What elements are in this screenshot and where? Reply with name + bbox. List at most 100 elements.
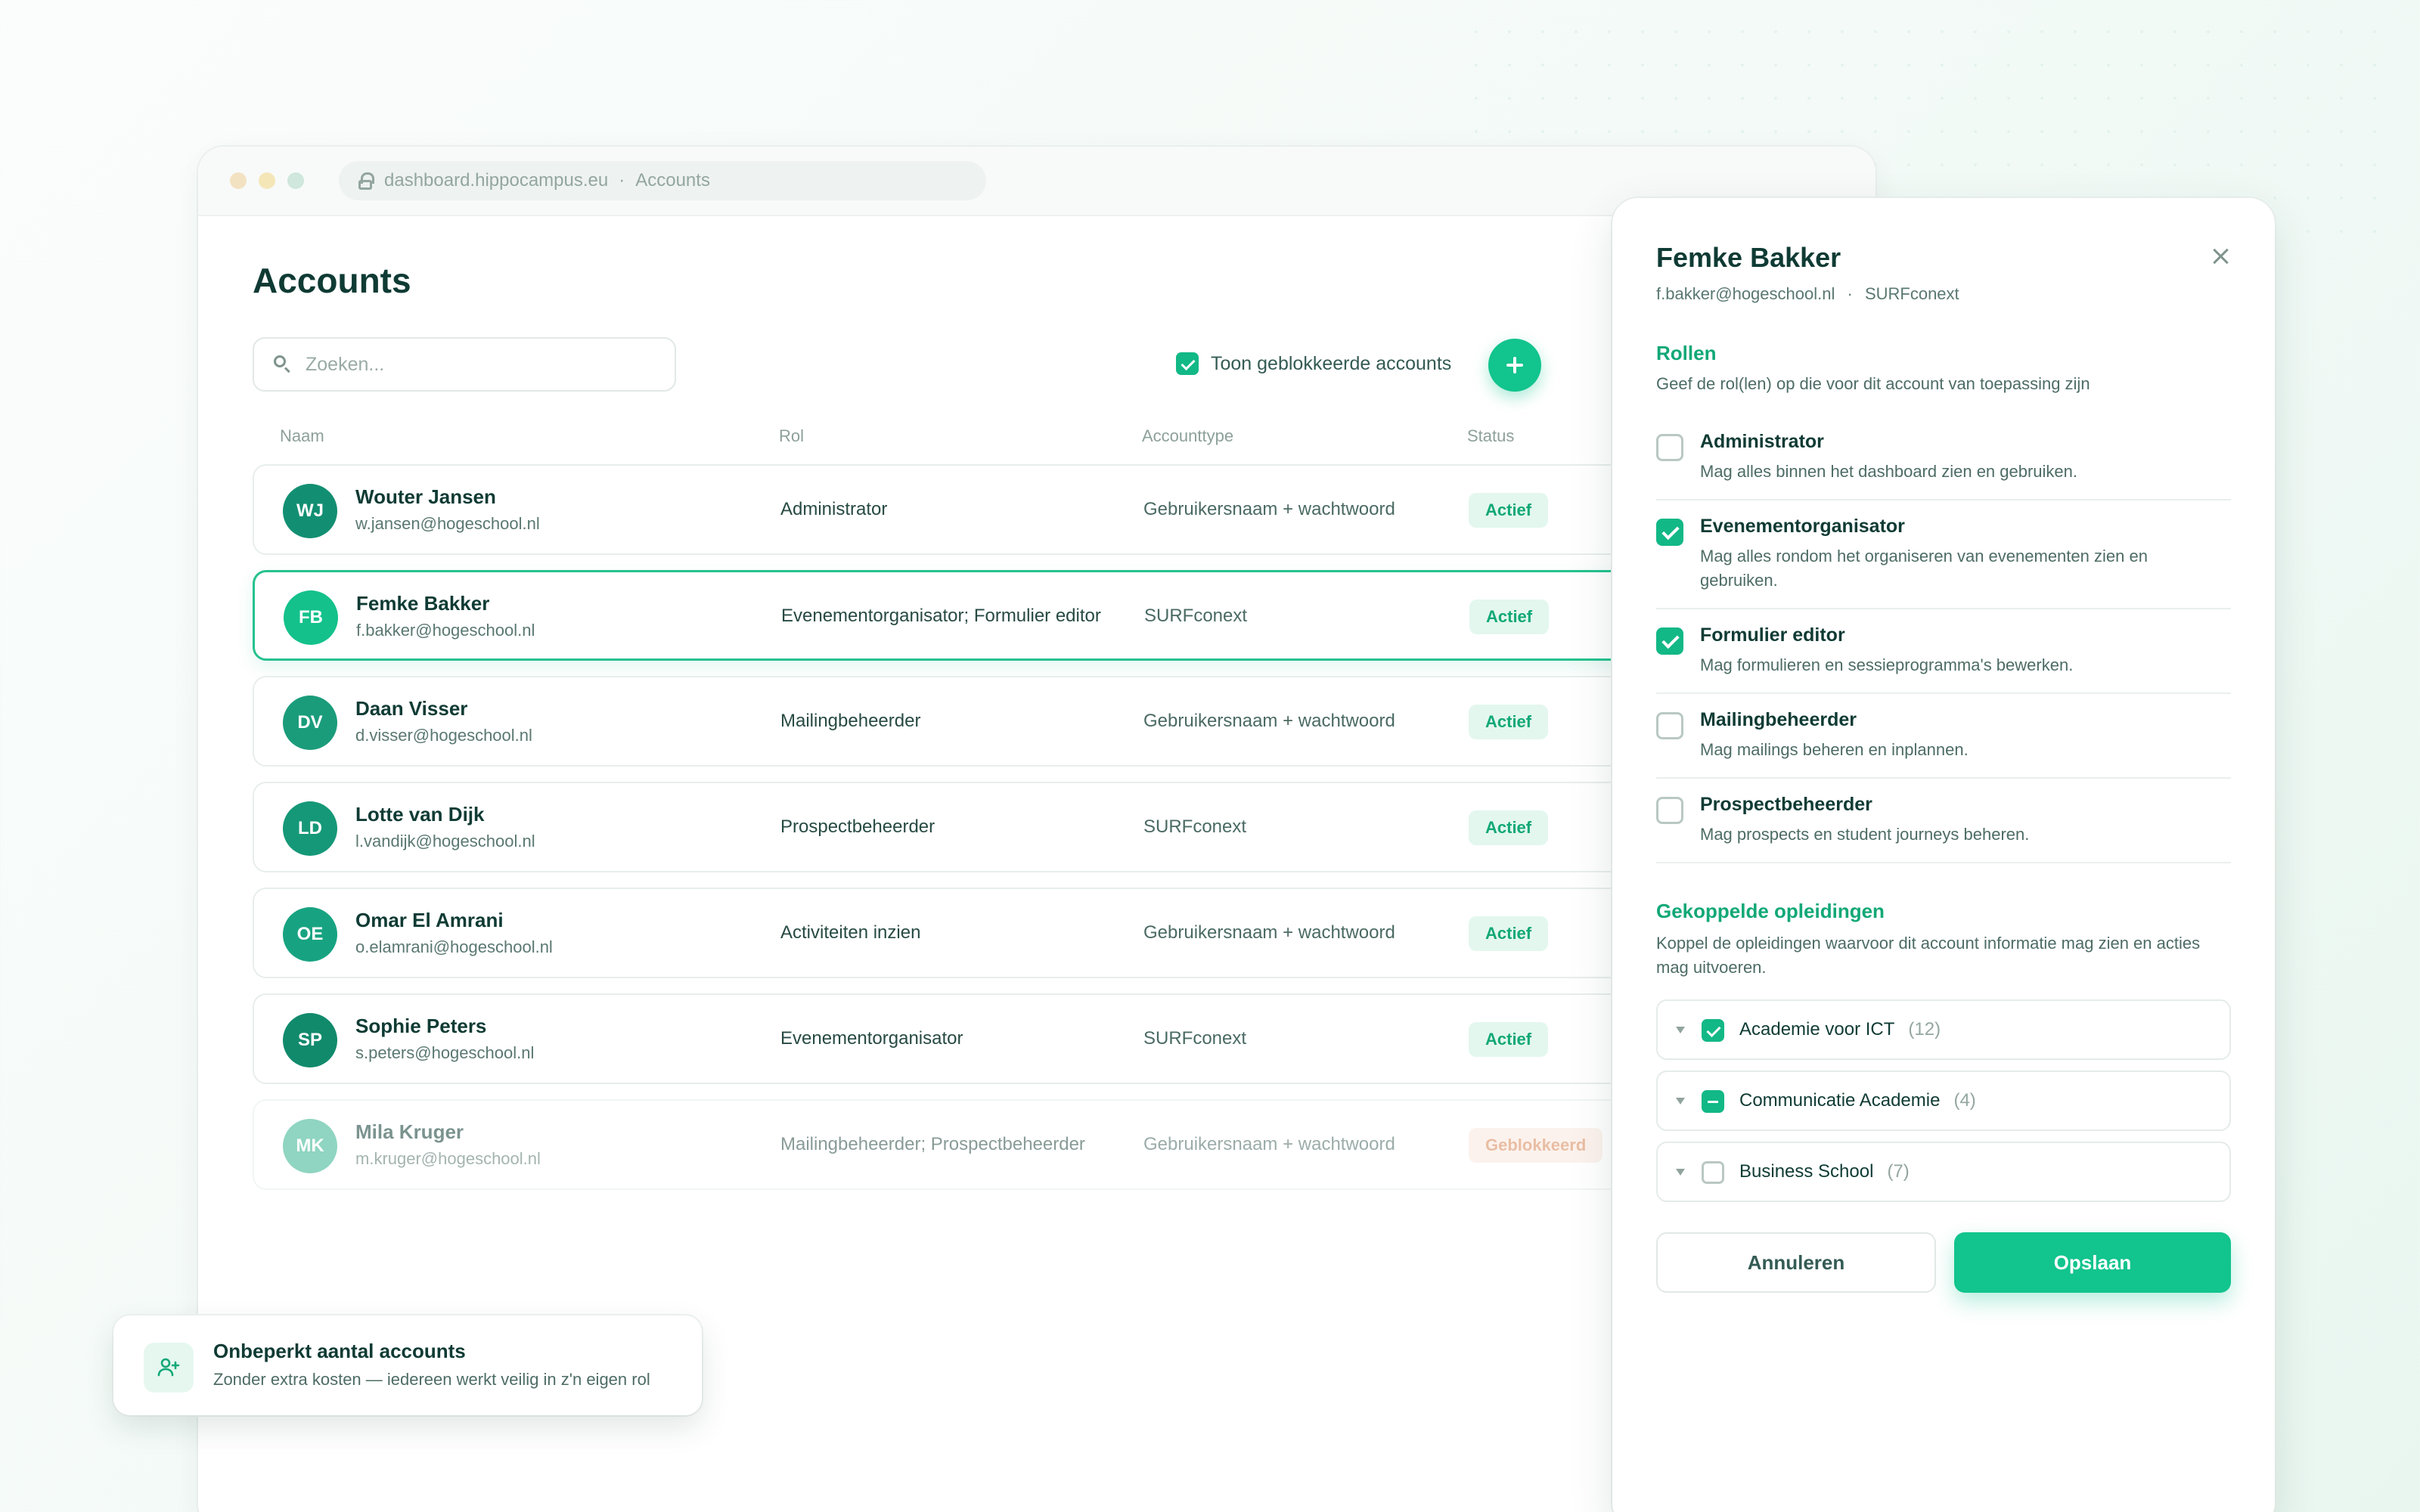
program-item[interactable]: Business School (7) — [1656, 1142, 2231, 1202]
address-url: dashboard.hippocampus.eu — [384, 170, 609, 191]
promo-toast: Onbeperkt aantal accounts Zonder extra k… — [113, 1315, 702, 1415]
cancel-button[interactable]: Annuleren — [1656, 1232, 1936, 1293]
account-email: f.bakker@hogeschool.nl — [356, 621, 535, 640]
account-email: m.kruger@hogeschool.nl — [355, 1149, 541, 1168]
program-label: Business School (7) — [1739, 1161, 1910, 1182]
account-name: Omar El Amrani — [355, 909, 504, 931]
window-minimize-dot[interactable] — [259, 172, 275, 189]
column-header-name[interactable]: Naam — [280, 426, 324, 446]
role-description: Mag formulieren en sessieprogramma's bew… — [1700, 655, 2074, 674]
role-checkbox[interactable] — [1656, 797, 1683, 824]
role-description: Mag alles rondom het organiseren van eve… — [1700, 547, 2148, 590]
role-option-administrator[interactable]: Administrator Mag alles binnen het dashb… — [1656, 431, 2231, 500]
account-type: Gebruikersnaam + wachtwoord — [1143, 499, 1395, 519]
roles-title: Rollen — [1656, 342, 1717, 364]
address-bar[interactable]: dashboard.hippocampus.eu · Accounts — [339, 161, 986, 200]
role-option-mailingbeheerder[interactable]: Mailingbeheerder Mag mailings beheren en… — [1656, 709, 2231, 779]
status-badge: Geblokkeerd — [1469, 1128, 1603, 1163]
account-name: Femke Bakker — [356, 592, 490, 615]
avatar: OE — [283, 907, 337, 962]
programs-title: Gekoppelde opleidingen — [1656, 900, 1885, 922]
add-account-button[interactable] — [1488, 339, 1541, 392]
role-description: Mag prospects en student journeys behere… — [1700, 825, 2030, 844]
panel-email: f.bakker@hogeschool.nl — [1656, 284, 1835, 303]
account-type: Gebruikersnaam + wachtwoord — [1143, 1134, 1395, 1154]
account-name: Lotte van Dijk — [355, 803, 485, 826]
program-item[interactable]: Academie voor ICT (12) — [1656, 999, 2231, 1060]
role-checkbox[interactable] — [1656, 434, 1683, 461]
window-maximize-dot[interactable] — [287, 172, 304, 189]
chevron-down-icon[interactable] — [1676, 1169, 1685, 1176]
account-email: l.vandijk@hogeschool.nl — [355, 832, 535, 850]
account-role: Prospectbeheerder — [780, 816, 935, 837]
status-badge: Actief — [1469, 493, 1549, 528]
program-checkbox[interactable] — [1702, 1090, 1724, 1113]
column-header-account-type[interactable]: Accounttype — [1142, 426, 1233, 446]
account-name: Daan Visser — [355, 697, 468, 720]
program-count: (7) — [1887, 1161, 1910, 1182]
program-item[interactable]: Communicatie Academie (4) — [1656, 1070, 2231, 1131]
program-count: (12) — [1908, 1019, 1941, 1040]
panel-title: Femke Bakker — [1656, 242, 1841, 273]
role-name: Mailingbeheerder — [1700, 709, 1857, 730]
role-checkbox[interactable] — [1656, 519, 1683, 546]
user-plus-icon — [144, 1343, 194, 1393]
account-name: Mila Kruger — [355, 1120, 464, 1143]
program-name: Business School — [1739, 1161, 1874, 1182]
show-blocked-checkbox[interactable] — [1176, 352, 1199, 375]
role-name: Prospectbeheerder — [1700, 794, 1872, 815]
status-badge: Actief — [1469, 1022, 1549, 1057]
column-header-role[interactable]: Rol — [779, 426, 804, 446]
toast-subtitle: Zonder extra kosten — iedereen werkt vei… — [213, 1370, 650, 1389]
search-icon — [274, 355, 292, 373]
programs-description: Koppel de opleidingen waarvoor dit accou… — [1656, 934, 2201, 977]
table-row[interactable]: OE Omar El Amrani o.elamrani@hogeschool.… — [253, 888, 1689, 978]
role-checkbox[interactable] — [1656, 712, 1683, 739]
role-checkbox[interactable] — [1656, 627, 1683, 655]
role-description: Mag mailings beheren en inplannen. — [1700, 740, 1969, 759]
window-close-dot[interactable] — [230, 172, 247, 189]
status-badge: Actief — [1469, 810, 1549, 845]
program-checkbox[interactable] — [1702, 1019, 1724, 1042]
table-row[interactable]: WJ Wouter Jansen w.jansen@hogeschool.nl … — [253, 464, 1689, 555]
chevron-down-icon[interactable] — [1676, 1027, 1685, 1033]
roles-description: Geef de rol(len) op die voor dit account… — [1656, 374, 2090, 393]
panel-subtitle: f.bakker@hogeschool.nl · SURFconext — [1656, 284, 1959, 304]
search-input[interactable]: Zoeken... — [253, 337, 676, 392]
account-role: Mailingbeheerder — [780, 711, 921, 731]
role-option-prospectbeheerder[interactable]: Prospectbeheerder Mag prospects en stude… — [1656, 794, 2231, 863]
show-blocked-toggle[interactable]: Toon geblokkeerde accounts — [1176, 352, 1451, 375]
save-button[interactable]: Opslaan — [1954, 1232, 2231, 1293]
search-placeholder: Zoeken... — [306, 353, 385, 375]
program-checkbox[interactable] — [1702, 1161, 1724, 1184]
account-email: w.jansen@hogeschool.nl — [355, 514, 540, 533]
account-email: o.elamrani@hogeschool.nl — [355, 937, 553, 956]
avatar: FB — [284, 590, 338, 645]
role-option-formulier-editor[interactable]: Formulier editor Mag formulieren en sess… — [1656, 624, 2231, 694]
account-type: SURFconext — [1143, 1028, 1247, 1049]
program-count: (4) — [1953, 1090, 1976, 1111]
account-name: Wouter Jansen — [355, 485, 496, 508]
avatar: WJ — [283, 484, 337, 538]
column-header-status[interactable]: Status — [1467, 426, 1514, 446]
account-type: Gebruikersnaam + wachtwoord — [1143, 711, 1395, 731]
subtitle-separator: · — [1847, 284, 1853, 303]
role-option-evenementorganisator[interactable]: Evenementorganisator Mag alles rondom he… — [1656, 516, 2231, 609]
role-name: Formulier editor — [1700, 624, 1845, 646]
address-section: Accounts — [635, 170, 710, 191]
table-row[interactable]: LD Lotte van Dijk l.vandijk@hogeschool.n… — [253, 782, 1689, 872]
chevron-down-icon[interactable] — [1676, 1098, 1685, 1105]
account-type: SURFconext — [1143, 816, 1247, 837]
close-icon[interactable] — [2211, 246, 2231, 266]
table-row[interactable]: FB Femke Bakker f.bakker@hogeschool.nl E… — [253, 570, 1689, 661]
page-title: Accounts — [253, 261, 411, 300]
lock-icon — [358, 172, 374, 190]
program-name: Communicatie Academie — [1739, 1090, 1941, 1111]
account-role: Administrator — [780, 499, 888, 519]
avatar: MK — [283, 1119, 337, 1173]
table-row[interactable]: DV Daan Visser d.visser@hogeschool.nl Ma… — [253, 676, 1689, 767]
table-row[interactable]: MK Mila Kruger m.kruger@hogeschool.nl Ma… — [253, 1099, 1689, 1190]
account-role: Evenementorganisator; Formulier editor — [781, 606, 1101, 626]
program-name: Academie voor ICT — [1739, 1019, 1895, 1040]
table-row[interactable]: SP Sophie Peters s.peters@hogeschool.nl … — [253, 993, 1689, 1084]
